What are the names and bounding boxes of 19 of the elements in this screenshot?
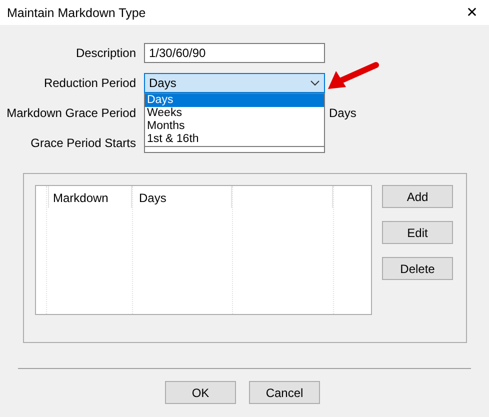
- close-button[interactable]: ✕: [455, 0, 489, 25]
- description-label: Description: [74, 46, 136, 60]
- list-action-button[interactable]: Add: [382, 185, 453, 208]
- grace-period-starts-label: Grace Period Starts: [30, 136, 136, 150]
- unit-label: Days: [329, 106, 358, 120]
- dropdown-option[interactable]: Days: [145, 94, 324, 107]
- dropdown-option[interactable]: Months: [145, 120, 324, 133]
- grace-period-label: Markdown Grace Period: [6, 106, 136, 120]
- ok-button[interactable]: OK: [165, 381, 236, 404]
- dropdown-option[interactable]: Weeks: [145, 107, 324, 120]
- list-action-button[interactable]: Edit: [382, 221, 453, 244]
- reduction-period-label: Reduction Period: [42, 76, 136, 90]
- dropdown-caret-icon: [310, 80, 320, 86]
- column-header[interactable]: Markdown: [47, 186, 132, 208]
- window-title: Maintain Markdown Type: [7, 6, 146, 20]
- cancel-button[interactable]: Cancel: [249, 381, 320, 404]
- description-field[interactable]: 1/30/60/90: [144, 43, 325, 63]
- column-header[interactable]: Days: [133, 186, 232, 208]
- list-action-button[interactable]: Delete: [382, 257, 453, 280]
